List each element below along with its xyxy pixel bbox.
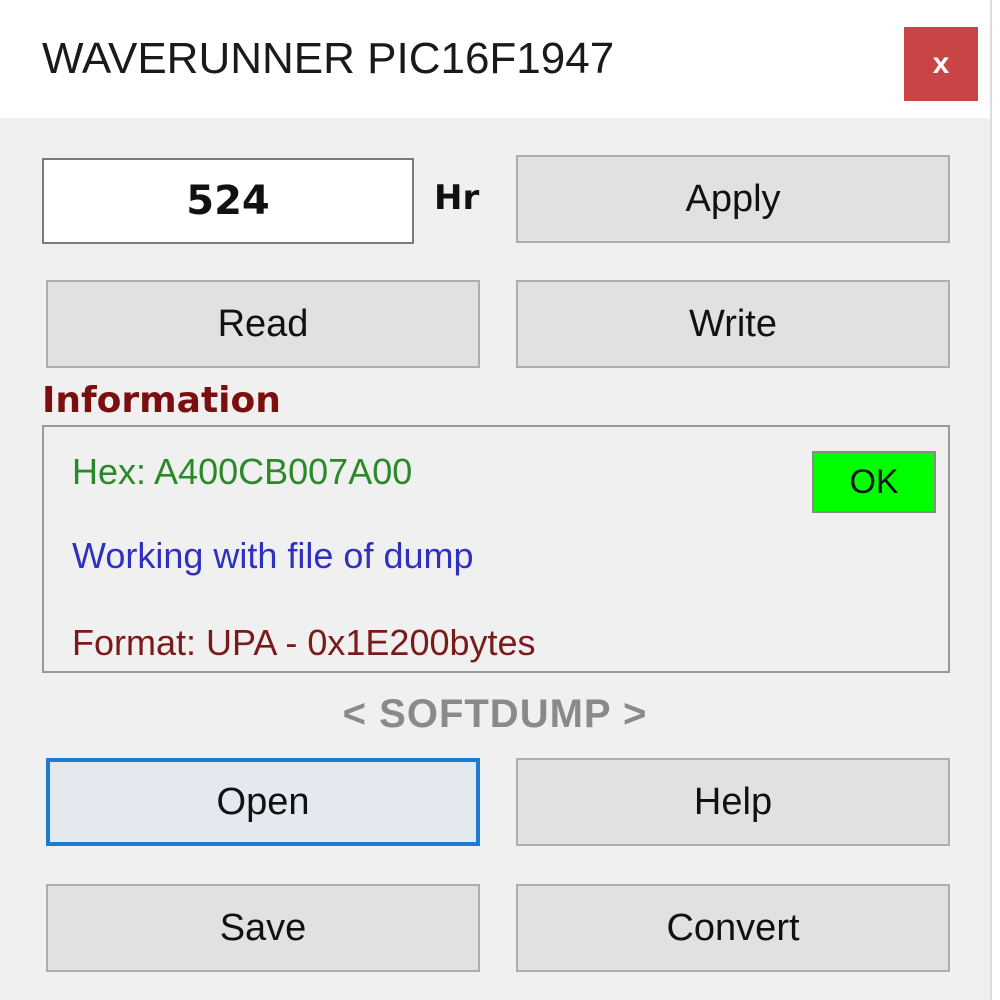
apply-button-label: Apply: [685, 177, 781, 220]
hex-text: Hex: A400CB007A00: [72, 451, 413, 492]
open-button[interactable]: Open: [46, 758, 480, 846]
information-label: Information: [42, 380, 281, 421]
hours-input[interactable]: 524: [42, 158, 414, 244]
convert-button[interactable]: Convert: [516, 884, 950, 972]
information-panel: Hex: A400CB007A00 OK Working with file o…: [42, 425, 950, 673]
mode-text: Working with file of dump: [72, 535, 474, 576]
write-button-label: Write: [689, 302, 777, 345]
title-bar: WAVERUNNER PIC16F1947 x: [0, 0, 990, 118]
hours-unit-label: Hr: [434, 178, 480, 218]
save-button-label: Save: [219, 906, 307, 949]
status-badge-label: OK: [849, 462, 899, 501]
help-button-label: Help: [693, 780, 773, 823]
close-icon: x: [932, 47, 950, 80]
read-button-label: Read: [217, 302, 309, 345]
status-badge: OK: [812, 451, 936, 513]
save-button[interactable]: Save: [46, 884, 480, 972]
read-button[interactable]: Read: [46, 280, 480, 368]
close-button[interactable]: x: [904, 27, 978, 101]
apply-button[interactable]: Apply: [516, 155, 950, 243]
write-button[interactable]: Write: [516, 280, 950, 368]
help-button[interactable]: Help: [516, 758, 950, 846]
open-button-label: Open: [216, 780, 310, 823]
format-text: Format: UPA - 0x1E200bytes: [72, 622, 536, 663]
app-window: WAVERUNNER PIC16F1947 x 524 Hr Apply Rea…: [0, 0, 992, 1000]
softdump-brand: < SOFTDUMP >: [342, 692, 648, 736]
convert-button-label: Convert: [666, 906, 800, 949]
window-title: WAVERUNNER PIC16F1947: [42, 34, 615, 83]
